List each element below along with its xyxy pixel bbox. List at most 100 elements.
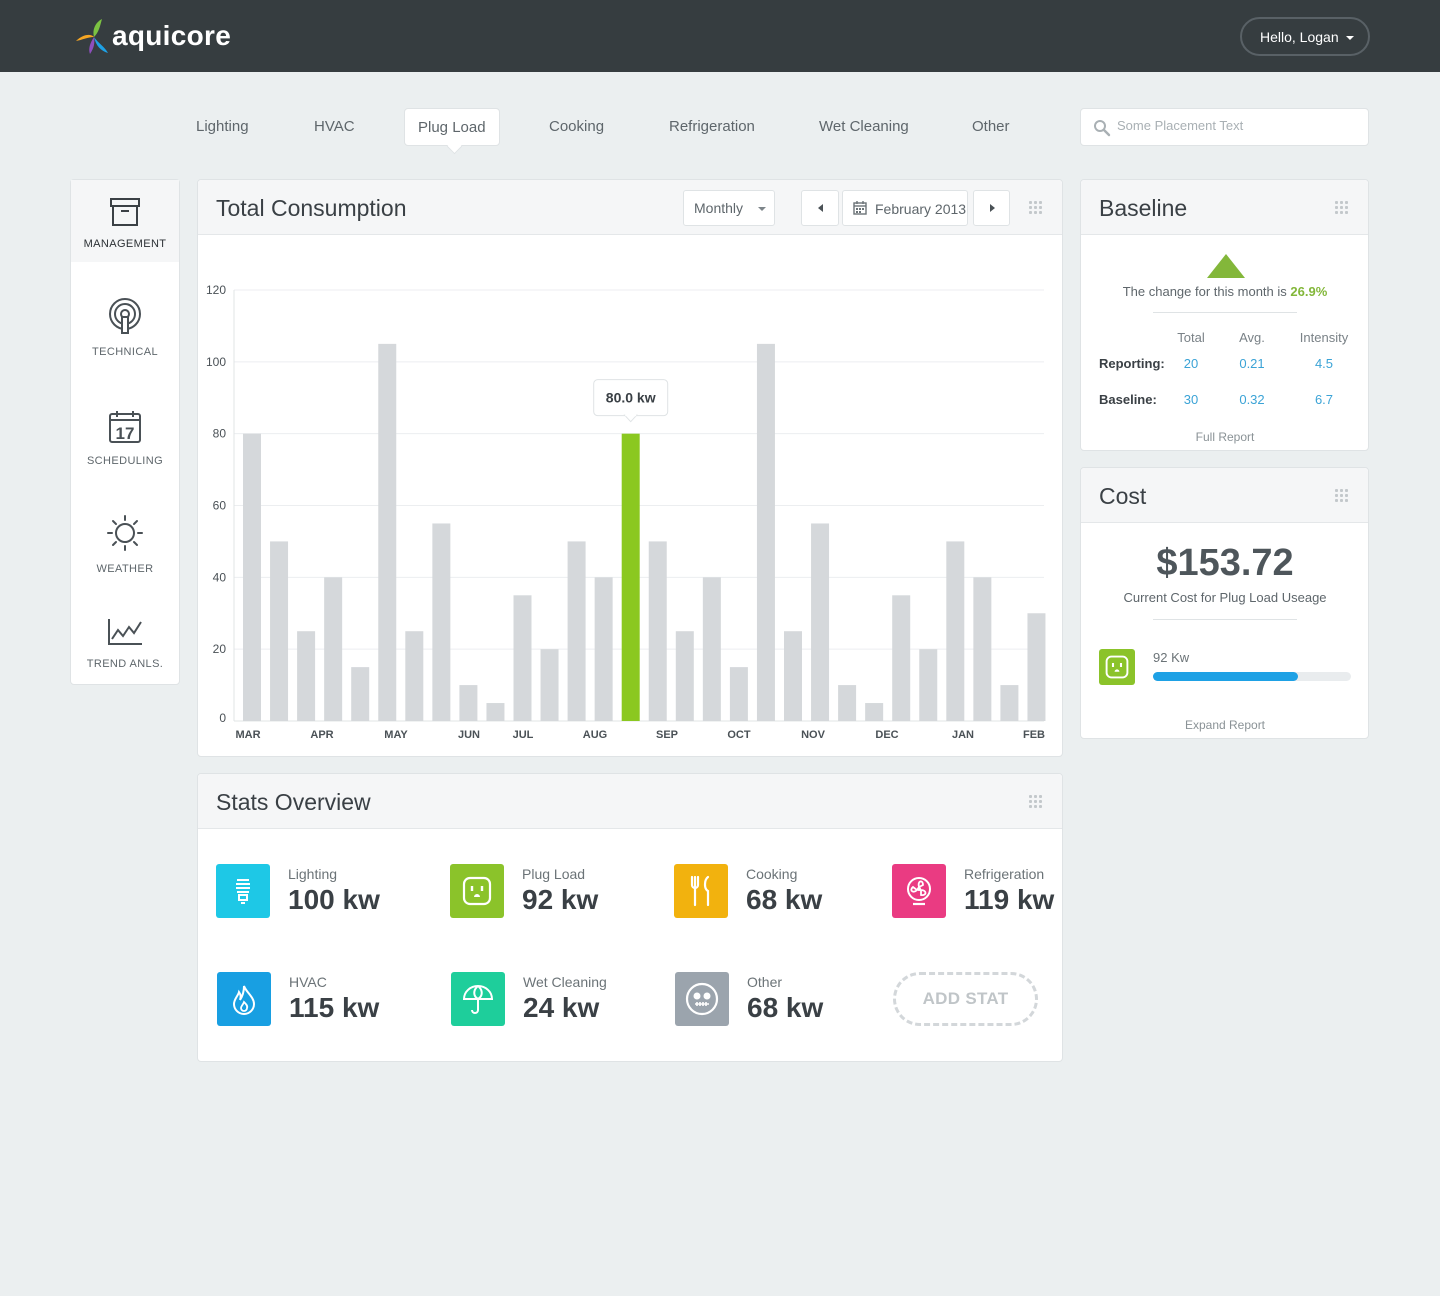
cost-title: Cost bbox=[1099, 483, 1147, 509]
cost-panel-header: Cost bbox=[1081, 468, 1368, 523]
stat-value: 115 kw bbox=[289, 992, 380, 1023]
brand-logo[interactable]: aquicore bbox=[72, 16, 231, 56]
drag-handle-icon[interactable] bbox=[1029, 795, 1043, 809]
baseline-intensity: 6.7 bbox=[1314, 392, 1334, 407]
fork-knife-icon bbox=[690, 875, 710, 907]
up-arrow-icon bbox=[1207, 254, 1245, 278]
stat-cooking[interactable]: Cooking 68 kw bbox=[674, 864, 904, 924]
y-tick-label: 40 bbox=[213, 570, 227, 584]
nav-item-weather[interactable]: WEATHER bbox=[71, 514, 179, 575]
brand-name: aquicore bbox=[112, 20, 232, 51]
stat-label: Wet Cleaning bbox=[523, 974, 607, 990]
reporting-intensity: 4.5 bbox=[1314, 356, 1334, 371]
x-tick-label: MAY bbox=[384, 729, 408, 741]
period-select[interactable]: Monthly bbox=[683, 190, 775, 226]
fan-icon bbox=[907, 877, 931, 906]
tab-other[interactable]: Other bbox=[972, 108, 1010, 146]
date-label: February 2013 bbox=[875, 201, 967, 217]
previous-period-button[interactable] bbox=[801, 190, 839, 226]
calendar-icon: 17 bbox=[109, 411, 141, 443]
stat-icon-tile bbox=[451, 972, 505, 1026]
lightbulb-icon bbox=[236, 879, 250, 904]
stat-lighting[interactable]: Lighting 100 kw bbox=[216, 864, 446, 924]
stat-refrigeration[interactable]: Refrigeration 119 kw bbox=[892, 864, 1122, 924]
stat-wet-cleaning[interactable]: Wet Cleaning 24 kw bbox=[451, 972, 681, 1032]
tab-plug-load[interactable]: Plug Load bbox=[404, 108, 500, 146]
nav-label-management: MANAGEMENT bbox=[83, 238, 167, 250]
baseline-total: 30 bbox=[1183, 392, 1199, 407]
divider bbox=[1153, 312, 1297, 313]
nav-label-weather: WEATHER bbox=[96, 563, 154, 575]
stat-other[interactable]: Other 68 kw bbox=[675, 972, 905, 1032]
user-menu-button[interactable]: Hello, Logan bbox=[1240, 17, 1370, 56]
bar bbox=[540, 649, 559, 721]
stat-hvac[interactable]: HVAC 115 kw bbox=[217, 972, 447, 1032]
bar bbox=[892, 595, 911, 721]
x-tick-label: DEC bbox=[875, 729, 898, 741]
nav-label-trend-analysis: TREND ANLS. bbox=[86, 658, 164, 670]
tab-wet-cleaning[interactable]: Wet Cleaning bbox=[819, 108, 909, 146]
date-picker[interactable]: February 2013 bbox=[842, 190, 968, 226]
drag-handle-icon[interactable] bbox=[1335, 489, 1349, 503]
sun-icon bbox=[107, 515, 143, 551]
nav-item-management[interactable]: MANAGEMENT bbox=[71, 180, 179, 262]
consumption-title: Total Consumption bbox=[216, 195, 407, 221]
plug-load-tile bbox=[1099, 649, 1135, 685]
side-nav: MANAGEMENT TECHNICAL 17 SCHEDULING WEATH… bbox=[70, 179, 180, 685]
highlighted-bar bbox=[621, 433, 640, 721]
nav-item-scheduling[interactable]: 17 SCHEDULING bbox=[71, 410, 179, 467]
nav-item-trend-analysis[interactable]: TREND ANLS. bbox=[71, 617, 179, 670]
col-header-avg: Avg. bbox=[1239, 330, 1265, 345]
baseline-panel: Baseline The change for this month is 26… bbox=[1080, 179, 1369, 451]
stat-icon-tile bbox=[674, 864, 728, 918]
add-stat-button[interactable]: ADD STAT bbox=[893, 972, 1038, 1026]
stat-icon-tile bbox=[450, 864, 504, 918]
search-box bbox=[1080, 108, 1369, 146]
stat-plug-load[interactable]: Plug Load 92 kw bbox=[450, 864, 680, 924]
stat-label: Plug Load bbox=[522, 866, 586, 882]
outlet-icon bbox=[462, 876, 492, 906]
drag-handle-icon[interactable] bbox=[1335, 201, 1349, 215]
usage-progress-fill bbox=[1153, 672, 1298, 681]
aquicore-logo-icon bbox=[76, 19, 108, 54]
stat-label: Cooking bbox=[746, 866, 798, 882]
stats-panel-header: Stats Overview bbox=[198, 774, 1062, 829]
next-period-button[interactable] bbox=[973, 190, 1010, 226]
stat-value: 68 kw bbox=[747, 992, 824, 1023]
nav-item-technical[interactable]: TECHNICAL bbox=[71, 297, 179, 358]
search-input[interactable] bbox=[1117, 118, 1357, 133]
arrow-left-icon bbox=[818, 204, 823, 212]
trend-chart-icon bbox=[108, 619, 142, 645]
tab-cooking[interactable]: Cooking bbox=[549, 108, 604, 146]
tab-refrigeration[interactable]: Refrigeration bbox=[669, 108, 755, 146]
consumption-panel-header: Total Consumption Monthly February 2013 bbox=[198, 180, 1062, 235]
stat-label: Other bbox=[747, 974, 783, 990]
kw-label: 92 Kw bbox=[1153, 650, 1190, 665]
bar bbox=[270, 541, 289, 721]
bar bbox=[838, 685, 857, 721]
expand-report-link[interactable]: Expand Report bbox=[1081, 718, 1369, 732]
tab-lighting[interactable]: Lighting bbox=[196, 108, 249, 146]
stat-value: 24 kw bbox=[523, 992, 600, 1023]
nav-label-technical: TECHNICAL bbox=[92, 346, 158, 358]
stat-label: Lighting bbox=[288, 866, 338, 882]
period-select-value: Monthly bbox=[694, 200, 744, 216]
bar bbox=[1000, 685, 1019, 721]
full-report-link[interactable]: Full Report bbox=[1081, 430, 1369, 444]
baseline-title: Baseline bbox=[1099, 195, 1188, 221]
cost-subtitle: Current Cost for Plug Load Useage bbox=[1123, 590, 1327, 605]
calendar-small-icon bbox=[853, 201, 867, 215]
stat-icon-tile bbox=[216, 864, 270, 918]
skull-icon bbox=[685, 982, 719, 1016]
bar bbox=[459, 685, 478, 721]
user-greeting: Hello, Logan bbox=[1260, 28, 1339, 45]
bar bbox=[865, 703, 884, 721]
tooltip-label: 80.0 kw bbox=[606, 390, 656, 406]
bar bbox=[243, 433, 261, 721]
drag-handle-icon[interactable] bbox=[1029, 201, 1043, 215]
stat-value: 119 kw bbox=[964, 884, 1055, 915]
tab-hvac[interactable]: HVAC bbox=[314, 108, 355, 146]
row-label-baseline: Baseline: bbox=[1099, 392, 1157, 407]
archive-box-icon bbox=[110, 198, 140, 226]
bar bbox=[973, 577, 992, 721]
